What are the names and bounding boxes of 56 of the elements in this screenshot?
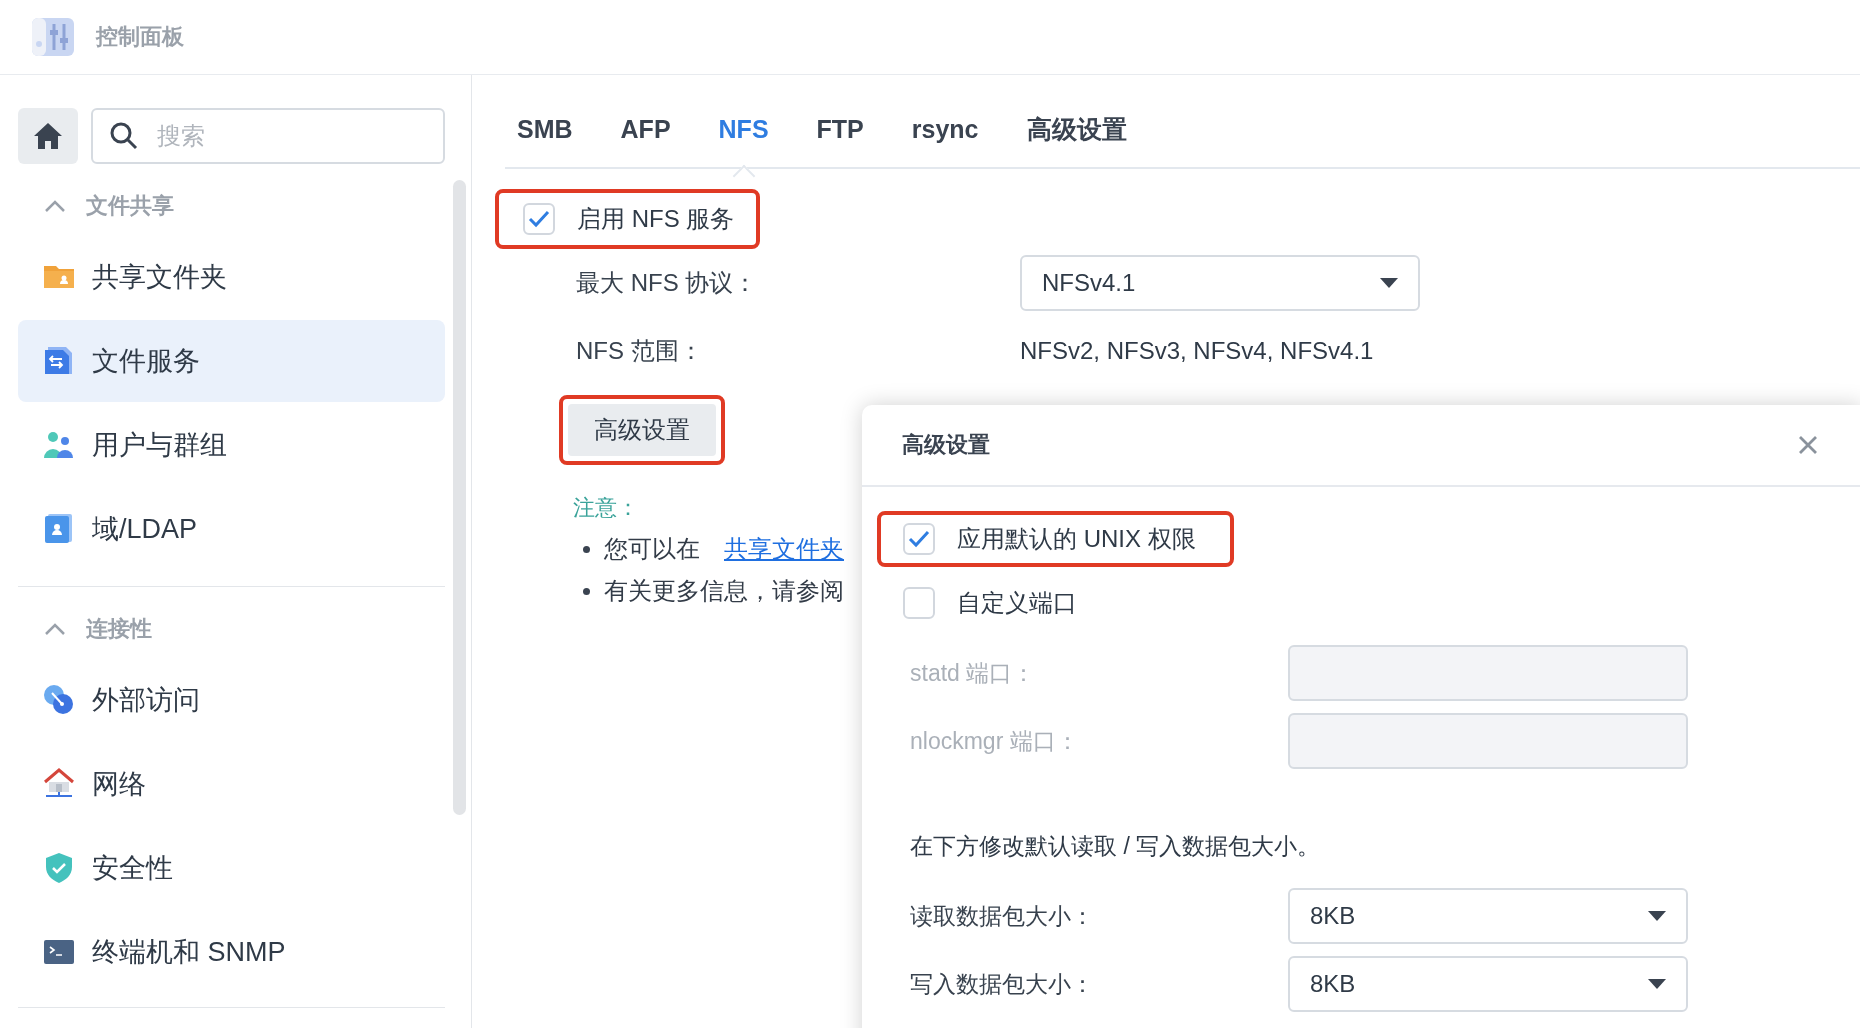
tab[interactable]: rsync xyxy=(899,83,991,175)
checkbox-label: 启用 NFS 服务 xyxy=(577,204,735,234)
note-text: 有关更多信息，请参阅 xyxy=(604,576,844,606)
field-label: 最大 NFS 协议： xyxy=(576,268,759,298)
field-label: NFS 范围： xyxy=(576,336,704,366)
checkbox[interactable] xyxy=(523,203,555,235)
chevron-up-icon[interactable] xyxy=(44,199,66,213)
home-button[interactable] xyxy=(18,108,78,164)
scrollbar[interactable] xyxy=(453,180,466,815)
check-icon xyxy=(908,530,930,548)
sidebar-item[interactable]: 用户与群组 xyxy=(18,404,445,486)
field-label: 写入数据包大小： xyxy=(910,969,1095,999)
sidebar-item[interactable]: 文件服务 xyxy=(18,320,445,402)
sidebar-item[interactable]: 共享文件夹 xyxy=(18,236,445,318)
caret-icon xyxy=(1648,979,1666,989)
tab[interactable]: AFP xyxy=(608,83,683,175)
checkbox[interactable] xyxy=(903,587,935,619)
app-title: 控制面板 xyxy=(96,23,184,51)
globe-pointer-icon xyxy=(42,683,76,717)
protocol-dropdown[interactable]: NFSv4.1 xyxy=(1020,255,1420,311)
field-value: NFSv2, NFSv3, NFSv4, NFSv4.1 xyxy=(1020,337,1374,365)
bullet-dot xyxy=(583,545,590,553)
shared-folder-link[interactable]: 共享文件夹 xyxy=(724,533,844,565)
group-title: 连接性 xyxy=(86,615,152,643)
home-icon xyxy=(33,122,63,150)
advanced-settings-button[interactable]: 高级设置 xyxy=(568,404,716,456)
tab[interactable]: FTP xyxy=(804,83,876,175)
note-title: 注意： xyxy=(573,494,640,522)
search-icon xyxy=(109,121,139,151)
tab[interactable]: SMB xyxy=(505,83,585,175)
chevron-up-icon[interactable] xyxy=(44,622,66,636)
control-panel-icon xyxy=(30,16,76,58)
bullet-dot xyxy=(583,587,590,595)
field-label: 读取数据包大小： xyxy=(910,901,1095,931)
sidebar-item[interactable]: 域/LDAP xyxy=(18,488,445,570)
tab[interactable]: 高级设置 xyxy=(1014,83,1139,175)
check-icon xyxy=(528,210,550,228)
caret-icon xyxy=(1380,278,1398,288)
checkbox[interactable] xyxy=(903,523,935,555)
description-text: 在下方修改默认读取 / 写入数据包大小。 xyxy=(909,832,1322,861)
sidebar-item[interactable]: 外部访问 xyxy=(18,659,445,741)
search-field[interactable]: 搜索 xyxy=(91,108,445,164)
field-label: statd 端口： xyxy=(910,658,1037,688)
close-icon xyxy=(1798,435,1818,455)
checkbox-label: 应用默认的 UNIX 权限 xyxy=(957,524,1196,554)
sidebar-item[interactable]: 安全性 xyxy=(18,827,445,909)
field-label: nlockmgr 端口： xyxy=(910,726,1080,756)
dialog-title: 高级设置 xyxy=(902,431,990,459)
sidebar-item[interactable]: 网络 xyxy=(18,743,445,825)
checkbox-label: 自定义端口 xyxy=(957,588,1077,618)
caret-icon xyxy=(1648,911,1666,921)
note-text: 您可以在 xyxy=(604,534,700,564)
size-dropdown[interactable]: 8KB xyxy=(1288,956,1688,1012)
group-title: 文件共享 xyxy=(86,192,174,220)
sidebar-item[interactable]: 终端机和 SNMP xyxy=(18,911,445,993)
size-dropdown[interactable]: 8KB xyxy=(1288,888,1688,944)
